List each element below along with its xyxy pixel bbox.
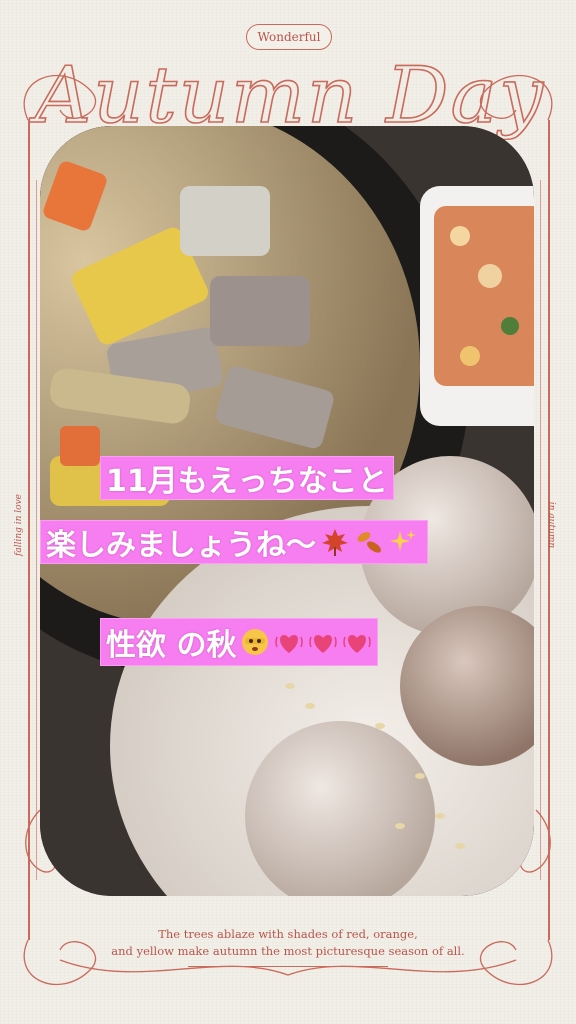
wonderful-badge: Wonderful [246, 24, 332, 50]
beating-heart-icon [309, 635, 338, 653]
food-photo [40, 126, 534, 896]
footer-caption: The trees ablaze with shades of red, ora… [0, 926, 576, 960]
face-with-peeking-eye-icon [242, 629, 269, 655]
overlay-line-2-text: 楽しみましょうね〜 [46, 528, 316, 563]
overlay-line-2: 楽しみましょうね〜 [40, 520, 428, 564]
overlay-line-1: 11月もえっちなこと [100, 456, 394, 500]
badge-label: Wonderful [257, 30, 321, 44]
overlay-line-1-text: 11月もえっちなこと [106, 464, 388, 499]
overlay-line-3-text: 性欲 の秋 [106, 628, 237, 663]
beating-heart-icon [275, 635, 304, 653]
footer-line-1: The trees ablaze with shades of red, ora… [158, 927, 418, 941]
maple-leaf-icon [322, 529, 348, 556]
side-text-left: falling in love [14, 494, 24, 556]
side-text-right: in autumn [546, 501, 557, 549]
food-photo-illustration [40, 126, 534, 896]
beating-heart-icon [343, 635, 372, 653]
footer-line-2: and yellow make autumn the most pictures… [111, 944, 465, 958]
overlay-line-3: 性欲 の秋 [100, 618, 379, 666]
sparkles-icon [390, 530, 416, 551]
falling-leaves-icon [357, 532, 381, 553]
